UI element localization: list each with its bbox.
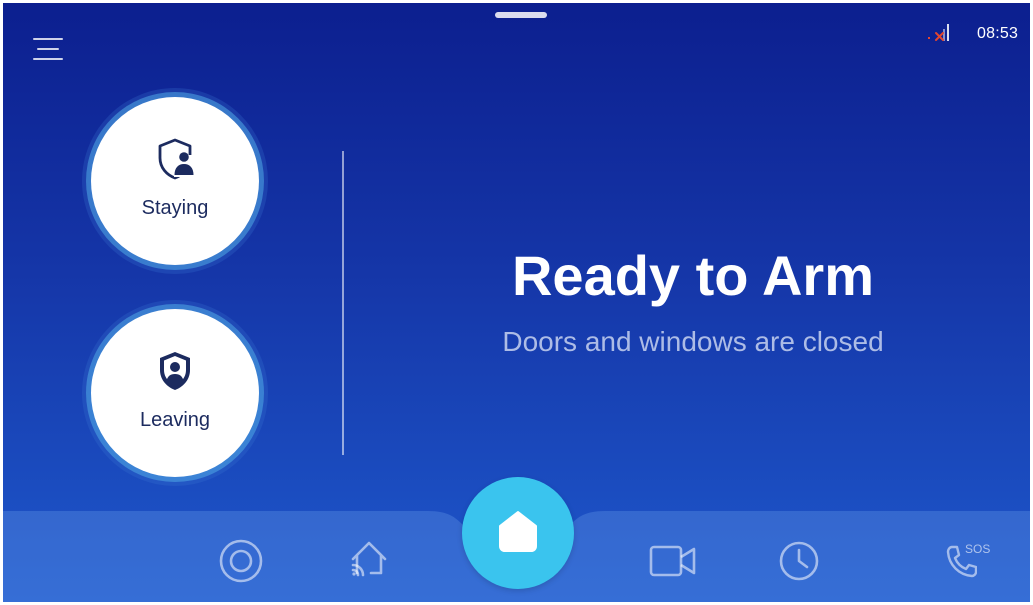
arm-status-title: Ready to Arm [511,244,874,307]
home-nav-button[interactable] [462,477,574,589]
vertical-divider [342,151,344,455]
staying-mode-button[interactable]: Staying [91,97,259,265]
arm-status-subtitle: Doors and windows are closed [502,326,884,357]
shield-person-icon [158,138,195,180]
pull-down-handle[interactable] [495,12,547,18]
clock-icon[interactable] [777,539,821,583]
staying-mode-label: Staying [141,197,209,219]
home-icon [499,511,537,552]
leaving-mode-button[interactable]: Leaving [91,309,259,477]
leaving-mode-label: Leaving [139,409,211,431]
alarm-panel-screen: 08:53 Staying Leaving Ready to Arm Doors… [3,3,1030,602]
clock-time: 08:53 [977,25,1019,42]
signal-off-icon [928,24,949,41]
sos-label: SOS [965,542,991,556]
shield-person-filled-icon [160,352,190,390]
hamburger-menu-icon[interactable] [33,35,63,63]
camera-icon[interactable] [648,541,698,581]
smart-home-icon[interactable] [347,537,391,581]
target-icon[interactable] [218,538,264,584]
